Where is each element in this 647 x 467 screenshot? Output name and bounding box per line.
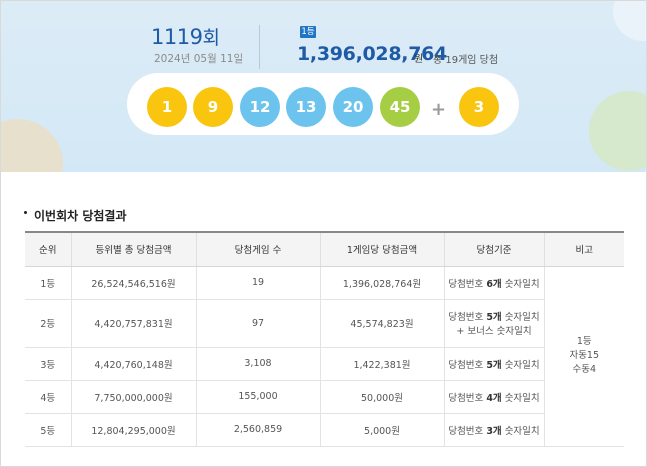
per-game-prize-cell: 5,000원: [319, 413, 444, 447]
note-line: 수동4: [572, 364, 597, 375]
criteria-count: 4개: [486, 392, 502, 404]
per-game-prize-cell: 1,422,381원: [319, 347, 444, 381]
winning-games-cell: 155,000: [195, 380, 320, 414]
column-header: 당첨기준: [443, 231, 544, 267]
total-prize-cell: 4,420,760,148원: [70, 347, 196, 381]
number-ball-3: 12: [240, 87, 280, 127]
rank-cell: 3등: [25, 347, 71, 381]
criteria-text: 당첨번호: [448, 359, 487, 371]
table-row: 3등 4,420,760,148원 3,108 1,422,381원 당첨번호 …: [25, 347, 624, 381]
criteria-bonus-text: + 보너스 숫자일치: [456, 326, 532, 337]
section-bullet-icon: [24, 211, 27, 214]
column-header: 1게임당 당첨금액: [319, 231, 444, 267]
criteria-text: 당첨번호: [448, 278, 487, 290]
first-rank-badge: 1등: [300, 26, 316, 38]
criteria-count: 5개: [486, 359, 502, 371]
round-suffix: 회: [202, 27, 220, 49]
criteria-cell: 당첨번호 4개 숫자일치: [443, 380, 544, 414]
criteria-text: 숫자일치: [501, 278, 540, 290]
table-header-row: 순위 등위별 총 당첨금액 당첨게임 수 1게임당 당첨금액 당첨기준 비고: [25, 231, 624, 267]
table-row: 2등 4,420,757,831원 97 45,574,823원 당첨번호 5개…: [25, 299, 624, 348]
table-row: 5등 12,804,295,000원 2,560,859 5,000원 당첨번호…: [25, 413, 624, 447]
rank-cell: 4등: [25, 380, 71, 414]
column-header: 당첨게임 수: [195, 231, 320, 267]
decorative-circle: [589, 91, 646, 171]
criteria-cell: 당첨번호 5개 숫자일치: [443, 347, 544, 381]
plus-sign: +: [431, 99, 447, 120]
per-game-prize-cell: 50,000원: [319, 380, 444, 414]
winners-count-text: 총 19게임 당첨: [433, 55, 499, 66]
number-ball-2: 9: [193, 87, 233, 127]
criteria-text: 숫자일치: [501, 312, 540, 323]
note-cell: 1등 자동15 수동4: [543, 266, 624, 447]
draw-result-banner: 1119회 2024년 05월 11일 1등 1,396,028,764 원 총…: [1, 1, 646, 172]
total-prize-cell: 12,804,295,000원: [70, 413, 196, 447]
number-ball-1: 1: [147, 87, 187, 127]
bonus-ball: 3: [459, 87, 499, 127]
criteria-count: 3개: [486, 425, 502, 437]
note-line: 자동15: [569, 350, 600, 361]
criteria-cell: 당첨번호 5개 숫자일치 + 보너스 숫자일치: [443, 299, 544, 348]
won-unit: 원: [414, 54, 424, 65]
section-title: 이번회차 당첨결과: [34, 209, 127, 223]
decorative-circle: [613, 1, 646, 41]
criteria-text: 숫자일치: [501, 425, 540, 437]
winning-numbers-panel: 1 9 12 13 20 45 + 3: [127, 73, 519, 135]
number-ball-4: 13: [286, 87, 326, 127]
rank-cell: 2등: [25, 299, 71, 348]
number-ball-5: 20: [333, 87, 373, 127]
divider: [259, 25, 260, 69]
draw-date: 2024년 05월 11일: [154, 53, 244, 65]
round-title: 1119회: [151, 23, 220, 50]
total-prize-cell: 7,750,000,000원: [70, 380, 196, 414]
per-game-prize-cell: 1,396,028,764원: [319, 266, 444, 300]
rank-cell: 1등: [25, 266, 71, 300]
criteria-cell: 당첨번호 3개 숫자일치: [443, 413, 544, 447]
criteria-cell: 당첨번호 6개 숫자일치: [443, 266, 544, 300]
round-number: 1119: [151, 25, 203, 49]
criteria-count: 5개: [486, 312, 502, 323]
winning-games-cell: 2,560,859: [195, 413, 320, 447]
first-prize-amount: 1,396,028,764: [297, 43, 447, 65]
rank-cell: 5등: [25, 413, 71, 447]
criteria-count: 6개: [486, 278, 502, 290]
note-line: 1등: [576, 336, 592, 347]
criteria-text: 당첨번호: [448, 392, 487, 404]
total-prize-cell: 26,524,546,516원: [70, 266, 196, 300]
winning-games-cell: 19: [195, 266, 320, 300]
column-header: 비고: [543, 231, 624, 267]
criteria-text: 숫자일치: [501, 392, 540, 404]
per-game-prize-cell: 45,574,823원: [319, 299, 444, 348]
criteria-text: 숫자일치: [501, 359, 540, 371]
criteria-text: 당첨번호: [448, 425, 487, 437]
total-prize-cell: 4,420,757,831원: [70, 299, 196, 348]
table-row: 1등 26,524,546,516원 19 1,396,028,764원 당첨번…: [25, 266, 624, 447]
number-ball-6: 45: [380, 87, 420, 127]
column-header: 등위별 총 당첨금액: [70, 231, 196, 267]
decorative-circle: [1, 119, 63, 172]
winning-games-cell: 3,108: [195, 347, 320, 381]
winning-games-cell: 97: [195, 299, 320, 348]
table-row: 4등 7,750,000,000원 155,000 50,000원 당첨번호 4…: [25, 380, 624, 414]
criteria-text: 당첨번호: [448, 312, 487, 323]
column-header: 순위: [25, 231, 71, 267]
prize-results-table: 순위 등위별 총 당첨금액 당첨게임 수 1게임당 당첨금액 당첨기준 비고 1…: [25, 231, 624, 447]
